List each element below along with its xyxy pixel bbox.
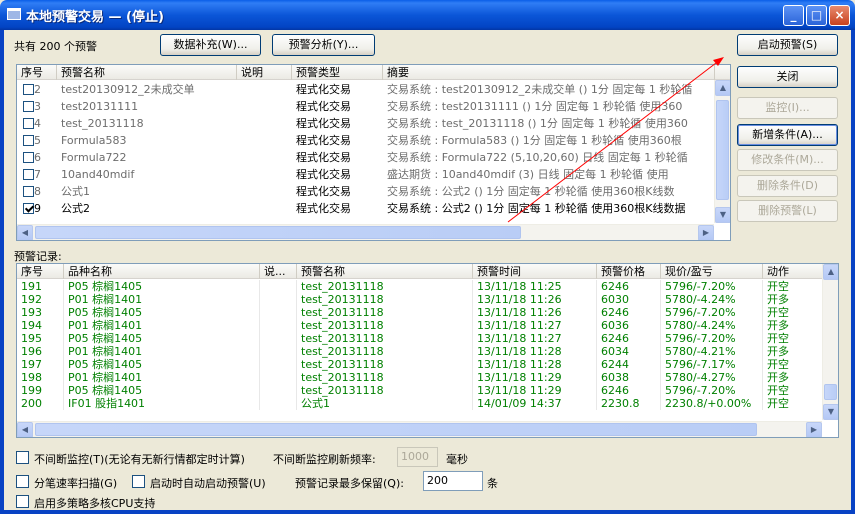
arrow-line bbox=[507, 62, 717, 223]
annotation-arrow bbox=[507, 57, 724, 223]
